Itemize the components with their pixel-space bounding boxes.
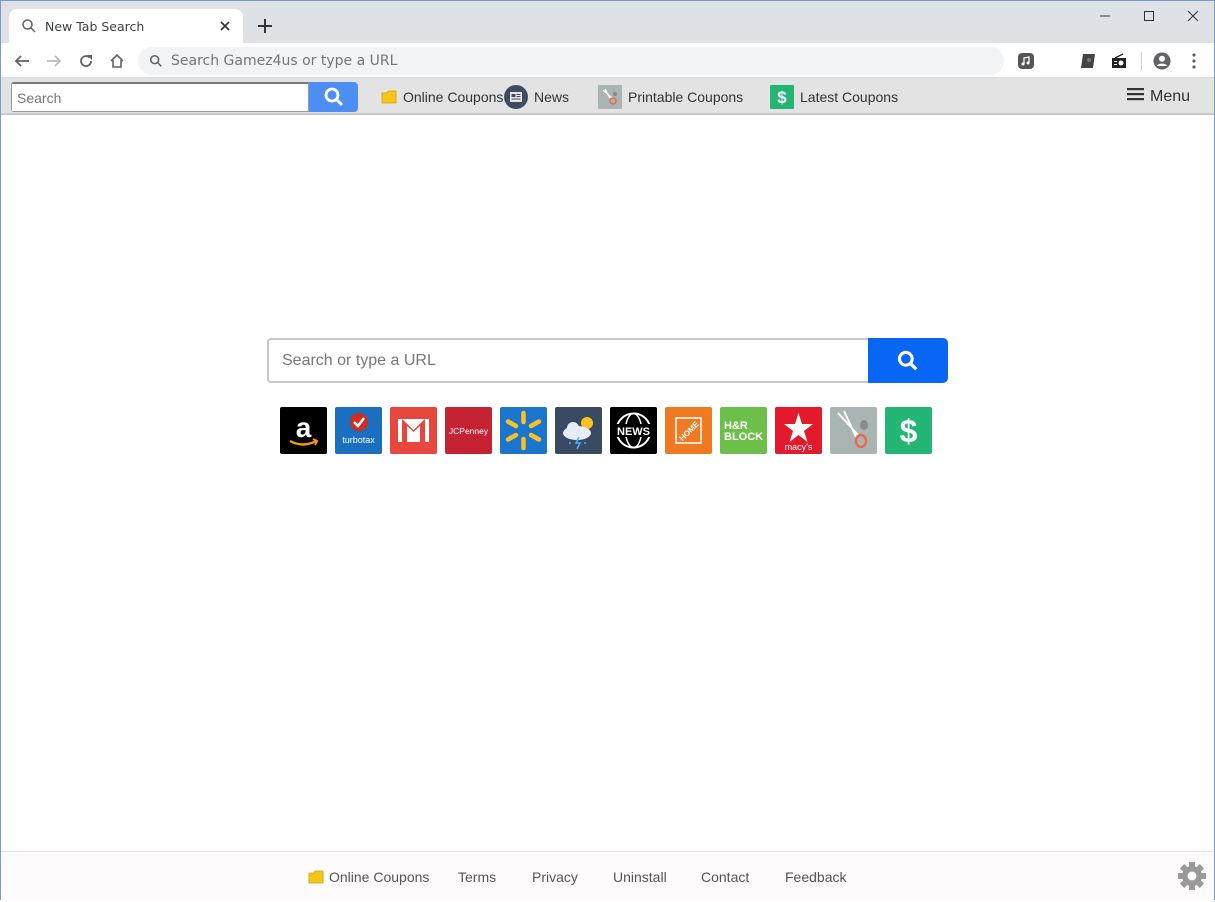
main-search-box [267,338,948,383]
hamburger-icon [1127,87,1144,106]
back-icon[interactable] [11,50,33,72]
address-input[interactable] [171,53,971,69]
globe-news-icon: NEWS [613,412,654,449]
scissors-icon [837,410,868,449]
tab-new-tab-search[interactable]: New Tab Search [9,9,243,43]
address-bar[interactable] [138,47,1004,75]
dollar-icon: $ [770,84,794,109]
tile-walmart[interactable] [500,407,547,454]
folder-icon [381,90,397,104]
tab-title: New Tab Search [45,18,145,34]
tile-printable-coupons[interactable] [830,407,877,454]
jcpenney-icon: JCPenney [449,426,489,436]
svg-text:NEWS: NEWS [617,426,650,438]
browser-window: New Tab Search Online Coupon [0,0,1215,901]
radio-extension-icon[interactable] [1110,52,1128,70]
footer-link-terms[interactable]: Terms [458,852,496,902]
title-bar: New Tab Search [1,1,1214,43]
svg-text:a: a [296,412,312,443]
shortcut-tiles: a turbotax JCPenney NEWS HOME H&R BLOCK m… [280,407,932,454]
link-label: News [534,88,570,105]
link-label: Online Coupons [403,88,504,105]
tile-latest-coupons[interactable]: $ [885,407,932,454]
folder-icon [308,870,324,884]
news-icon [504,84,528,109]
close-tab-icon[interactable] [217,18,233,34]
menu-button[interactable]: Menu [1127,78,1190,115]
maximize-button[interactable] [1127,1,1171,31]
menu-label: Menu [1150,87,1191,105]
dollar-icon: $ [900,413,918,449]
tile-jcpenney[interactable]: JCPenney [445,407,492,454]
svg-text:macy's: macy's [785,442,813,452]
walmart-spark-icon [505,410,542,451]
new-tab-icon[interactable] [255,16,275,36]
toolbar-search-field[interactable] [11,82,309,112]
close-window-button[interactable] [1171,1,1215,31]
link-label: Latest Coupons [800,88,899,105]
mail-icon [398,419,429,442]
home-depot-icon: HOME [675,417,702,444]
extension-toolbar: Online Coupons News Printable Coupons $ … [1,78,1214,115]
link-label: Printable Coupons [628,88,744,105]
amazon-icon: a [289,412,319,446]
minimize-button[interactable] [1083,1,1127,31]
tile-hr-block[interactable]: H&R BLOCK [720,407,767,454]
toolbar-separator [1141,52,1142,70]
footer-link-contact[interactable]: Contact [701,852,749,902]
search-icon [149,54,162,67]
profile-avatar-icon[interactable] [1153,52,1171,70]
search-icon [22,19,36,33]
browser-toolbar [1,43,1214,78]
toolbar-search-input[interactable] [12,84,308,111]
main-search-button[interactable] [868,338,948,383]
tile-amazon[interactable]: a [280,407,327,454]
tile-news[interactable]: NEWS [610,407,657,454]
music-extension-icon[interactable] [1017,52,1035,70]
more-options-icon[interactable] [1185,52,1203,70]
svg-text:$: $ [900,413,918,449]
toolbar-link-latest-coupons[interactable]: $ Latest Coupons [770,78,898,115]
footer-link-feedback[interactable]: Feedback [785,852,846,902]
tile-turbotax[interactable]: turbotax [335,407,382,454]
tile-macys[interactable]: macy's [775,407,822,454]
search-icon [324,87,343,107]
tile-weather[interactable] [555,407,602,454]
toolbar-link-online-coupons[interactable]: Online Coupons [381,78,503,115]
settings-gear-icon[interactable] [1176,860,1208,892]
svg-text:turbotax: turbotax [342,435,375,445]
svg-text:BLOCK: BLOCK [724,431,763,443]
weather-icon [563,417,593,450]
footer-link-privacy[interactable]: Privacy [532,852,578,902]
hr-block-icon: H&RBLOCK [724,420,763,443]
macys-star-icon: macy's [784,413,813,452]
footer-link-online-coupons[interactable]: Online Coupons [308,852,429,902]
svg-text:$: $ [777,88,787,107]
game-extension-icon[interactable] [1079,52,1097,70]
turbotax-icon: turbotax [342,413,375,445]
toolbar-link-news[interactable]: News [504,78,569,115]
toolbar-search-button[interactable] [309,82,358,112]
link-label: Online Coupons [329,869,430,885]
tile-gmail[interactable] [390,407,437,454]
search-icon [897,350,918,370]
main-search-input[interactable] [267,338,868,383]
svg-text:HOME: HOME [678,419,702,443]
toolbar-link-printable-coupons[interactable]: Printable Coupons [598,78,743,115]
reload-icon[interactable] [75,50,97,72]
svg-text:JCPenney: JCPenney [449,426,489,436]
footer-link-uninstall[interactable]: Uninstall [613,852,667,902]
forward-icon[interactable] [43,50,65,72]
footer: Online Coupons Terms Privacy Uninstall C… [1,851,1214,901]
tile-home-depot[interactable]: HOME [665,407,712,454]
home-icon[interactable] [106,50,128,72]
scissors-icon [598,84,622,109]
